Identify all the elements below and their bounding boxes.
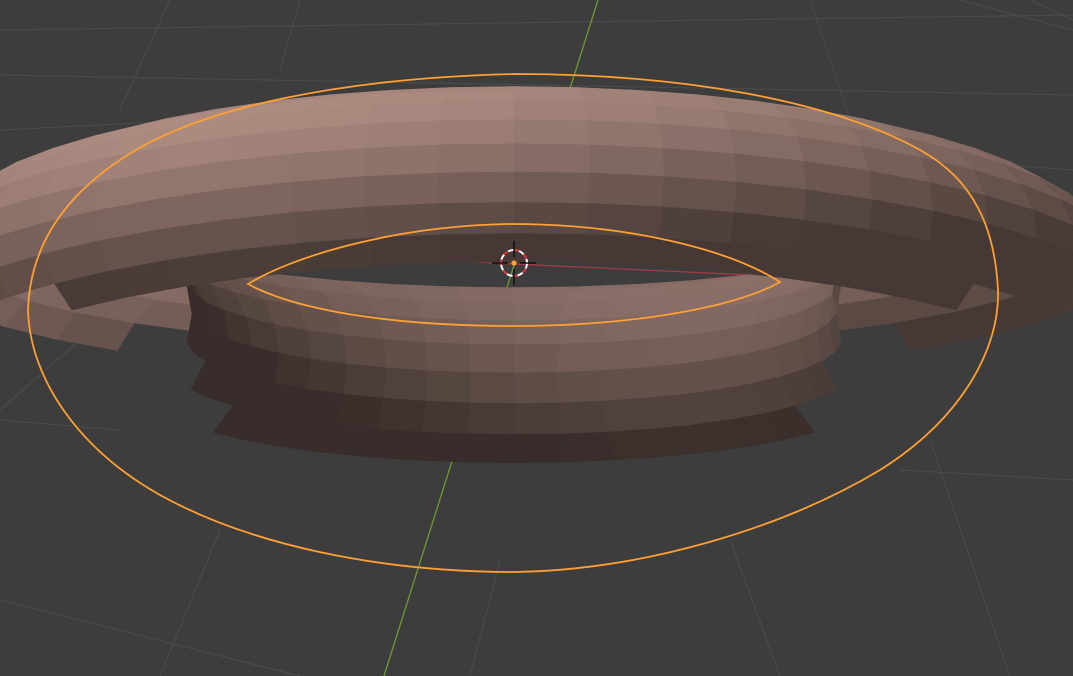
torus-face <box>438 171 515 204</box>
torus-face <box>291 176 366 213</box>
torus-face <box>365 203 442 238</box>
torus-face <box>513 343 560 374</box>
torus-face <box>306 330 347 365</box>
torus-face <box>468 372 515 404</box>
torus-face <box>557 370 603 404</box>
torus-face <box>717 352 754 390</box>
torus-face <box>513 290 570 303</box>
torus-face <box>466 402 515 435</box>
viewport-canvas[interactable] <box>0 0 1073 676</box>
torus-face <box>513 301 565 322</box>
torus-face <box>558 400 608 434</box>
torus-face <box>513 143 590 174</box>
torus-face <box>584 233 660 267</box>
torus-face <box>463 433 515 463</box>
torus-face <box>584 102 660 125</box>
torus-face <box>513 402 562 435</box>
torus-face <box>364 144 440 177</box>
torus-face <box>463 301 515 322</box>
torus-face <box>425 342 471 373</box>
torus-face <box>560 431 615 463</box>
torus-face <box>413 299 468 321</box>
torus-face <box>306 358 347 395</box>
torus-face <box>438 119 515 146</box>
torus-face <box>662 176 737 213</box>
torus-face <box>365 120 442 149</box>
torus-face <box>443 89 515 103</box>
torus-face <box>413 431 468 463</box>
torus-face <box>602 397 652 432</box>
torus-face <box>425 370 471 404</box>
torus-face <box>658 206 735 244</box>
torus-face <box>440 101 515 122</box>
torus-face <box>560 299 615 321</box>
torus-face <box>376 397 426 432</box>
torus-face <box>364 172 440 208</box>
torus-face <box>588 172 664 208</box>
torus-face <box>513 119 590 146</box>
torus-face <box>642 335 685 369</box>
torus-face <box>513 372 560 404</box>
torus-face <box>293 206 370 244</box>
torus-face <box>513 89 585 103</box>
torus-face <box>513 202 590 235</box>
torus-mesh[interactable] <box>0 86 1073 463</box>
torus-face <box>513 433 565 463</box>
torus-face <box>466 319 515 346</box>
torus-face <box>438 202 515 235</box>
torus-face <box>382 367 428 402</box>
torus-face <box>438 143 515 174</box>
torus-face <box>557 342 603 373</box>
torus-face <box>458 290 515 303</box>
object-origin-icon <box>511 260 517 266</box>
torus-face <box>368 102 444 125</box>
3d-viewport[interactable] <box>0 0 1073 676</box>
torus-face <box>468 343 515 374</box>
torus-face <box>681 358 722 395</box>
torus-face <box>681 330 722 365</box>
torus-face <box>440 232 515 264</box>
torus-face <box>586 120 663 149</box>
torus-face <box>382 339 428 372</box>
torus-face <box>343 363 386 399</box>
torus-face <box>600 339 646 372</box>
torus-face <box>420 400 470 434</box>
torus-face <box>588 144 664 177</box>
torus-face <box>642 363 685 399</box>
torus-face <box>513 171 590 204</box>
torus-face <box>513 319 562 346</box>
torus-face <box>513 101 588 122</box>
torus-face <box>513 232 588 264</box>
torus-face <box>343 335 386 369</box>
torus-face <box>420 317 470 345</box>
torus-face <box>600 367 646 402</box>
torus-face <box>274 352 311 390</box>
